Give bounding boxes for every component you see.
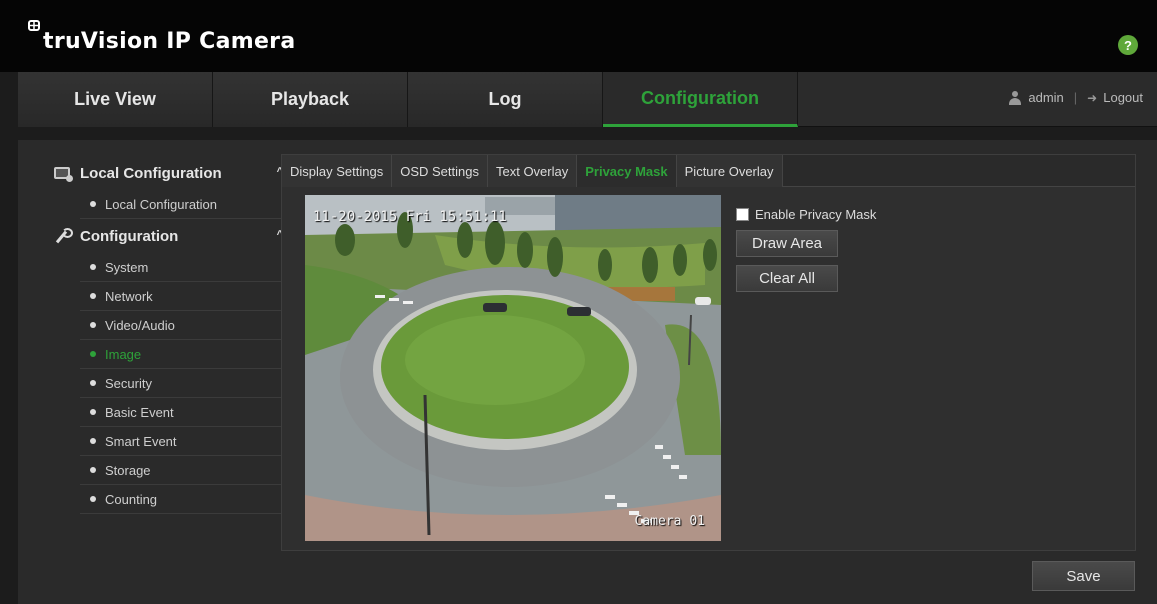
content-panel: Display Settings OSD Settings Text Overl… bbox=[281, 154, 1136, 551]
bullet-icon bbox=[90, 380, 96, 386]
sidebar-item-security[interactable]: Security bbox=[80, 369, 295, 398]
sidebar-item-label: Network bbox=[105, 288, 153, 304]
camera-preview[interactable]: 11-20-2015 Fri 15:51:11 Camera 01 bbox=[305, 195, 721, 541]
sidebar-item-system[interactable]: System bbox=[80, 253, 295, 282]
privacy-mask-controls: Enable Privacy Mask Draw Area Clear All bbox=[736, 207, 876, 292]
brand-logo: truVision IP Camera bbox=[27, 20, 295, 54]
sidebar-group-label: Configuration bbox=[80, 227, 179, 245]
tab-playback[interactable]: Playback bbox=[213, 72, 408, 127]
sidebar-item-label: Image bbox=[105, 346, 142, 362]
sidebar-item-label: Smart Event bbox=[105, 433, 177, 449]
config-group-icon bbox=[54, 228, 73, 244]
sidebar-item-basic-event[interactable]: Basic Event bbox=[80, 398, 295, 427]
sidebar-item-video-audio[interactable]: Video/Audio bbox=[80, 311, 295, 340]
osd-camera-name: Camera 01 bbox=[634, 514, 705, 529]
sidebar-item-label: Security bbox=[105, 375, 152, 391]
bullet-icon bbox=[90, 264, 96, 270]
bullet-icon bbox=[90, 201, 96, 207]
main-panel: Local Configuration ^ Local Configuratio… bbox=[18, 140, 1157, 604]
sidebar-item-label: Video/Audio bbox=[105, 317, 175, 333]
draw-area-button[interactable]: Draw Area bbox=[736, 230, 838, 257]
username: admin bbox=[1028, 90, 1064, 105]
sidebar-item-smart-event[interactable]: Smart Event bbox=[80, 427, 295, 456]
local-config-group-icon bbox=[54, 166, 73, 182]
sidebar-item-label: Storage bbox=[105, 462, 151, 478]
main-nav: Live View Playback Log Configuration adm… bbox=[18, 72, 1157, 127]
sidebar-item-storage[interactable]: Storage bbox=[80, 456, 295, 485]
subtab-picture-overlay[interactable]: Picture Overlay bbox=[676, 155, 783, 187]
bullet-icon bbox=[90, 496, 96, 502]
bullet-icon bbox=[90, 351, 96, 357]
subtab-osd-settings[interactable]: OSD Settings bbox=[392, 155, 488, 187]
bullet-icon bbox=[90, 293, 96, 299]
sidebar-item-label: Counting bbox=[105, 491, 158, 507]
enable-privacy-mask-checkbox[interactable] bbox=[736, 208, 749, 221]
tab-log[interactable]: Log bbox=[408, 72, 603, 127]
enable-privacy-mask-row: Enable Privacy Mask bbox=[736, 207, 876, 222]
sidebar-group-configuration[interactable]: Configuration ^ bbox=[40, 219, 295, 253]
user-icon bbox=[1008, 90, 1022, 105]
sidebar-item-label: Local Configuration bbox=[105, 196, 218, 212]
brand-name: truVision IP Camera bbox=[43, 29, 296, 54]
bullet-icon bbox=[90, 409, 96, 415]
sidebar-item-local-configuration[interactable]: Local Configuration bbox=[80, 190, 295, 219]
subtab-bar: Display Settings OSD Settings Text Overl… bbox=[282, 155, 1135, 187]
clear-all-button[interactable]: Clear All bbox=[736, 265, 838, 292]
user-area: admin | ➜ Logout bbox=[1008, 90, 1143, 105]
subtab-text-overlay[interactable]: Text Overlay bbox=[487, 155, 578, 187]
save-button[interactable]: Save bbox=[1032, 561, 1135, 591]
camera-scene bbox=[305, 195, 721, 541]
sidebar-item-image[interactable]: Image bbox=[80, 340, 295, 369]
tab-live-view[interactable]: Live View bbox=[18, 72, 213, 127]
osd-date-time: 11-20-2015 Fri 15:51:11 bbox=[313, 209, 507, 225]
separator: | bbox=[1073, 90, 1078, 105]
subtab-privacy-mask[interactable]: Privacy Mask bbox=[577, 155, 677, 187]
bullet-icon bbox=[90, 467, 96, 473]
sidebar-group-local-configuration[interactable]: Local Configuration ^ bbox=[40, 156, 295, 190]
sidebar-group-label: Local Configuration bbox=[80, 164, 222, 182]
sidebar-item-label: System bbox=[105, 259, 149, 275]
help-icon[interactable]: ? bbox=[1118, 35, 1138, 55]
bullet-icon bbox=[90, 322, 96, 328]
sidebar-item-label: Basic Event bbox=[105, 404, 174, 420]
subtab-display-settings[interactable]: Display Settings bbox=[282, 155, 393, 187]
tab-configuration[interactable]: Configuration bbox=[603, 72, 798, 127]
sidebar-item-counting[interactable]: Counting bbox=[80, 485, 295, 514]
wrench-icon bbox=[54, 228, 73, 244]
logout-link[interactable]: Logout bbox=[1103, 90, 1143, 105]
bullet-icon bbox=[90, 438, 96, 444]
header: truVision IP Camera ? bbox=[0, 0, 1157, 72]
sidebar: Local Configuration ^ Local Configuratio… bbox=[40, 156, 295, 514]
sidebar-item-network[interactable]: Network bbox=[80, 282, 295, 311]
monitor-icon bbox=[54, 167, 73, 182]
logout-icon[interactable]: ➜ bbox=[1087, 91, 1097, 105]
enable-privacy-mask-label: Enable Privacy Mask bbox=[755, 207, 877, 222]
